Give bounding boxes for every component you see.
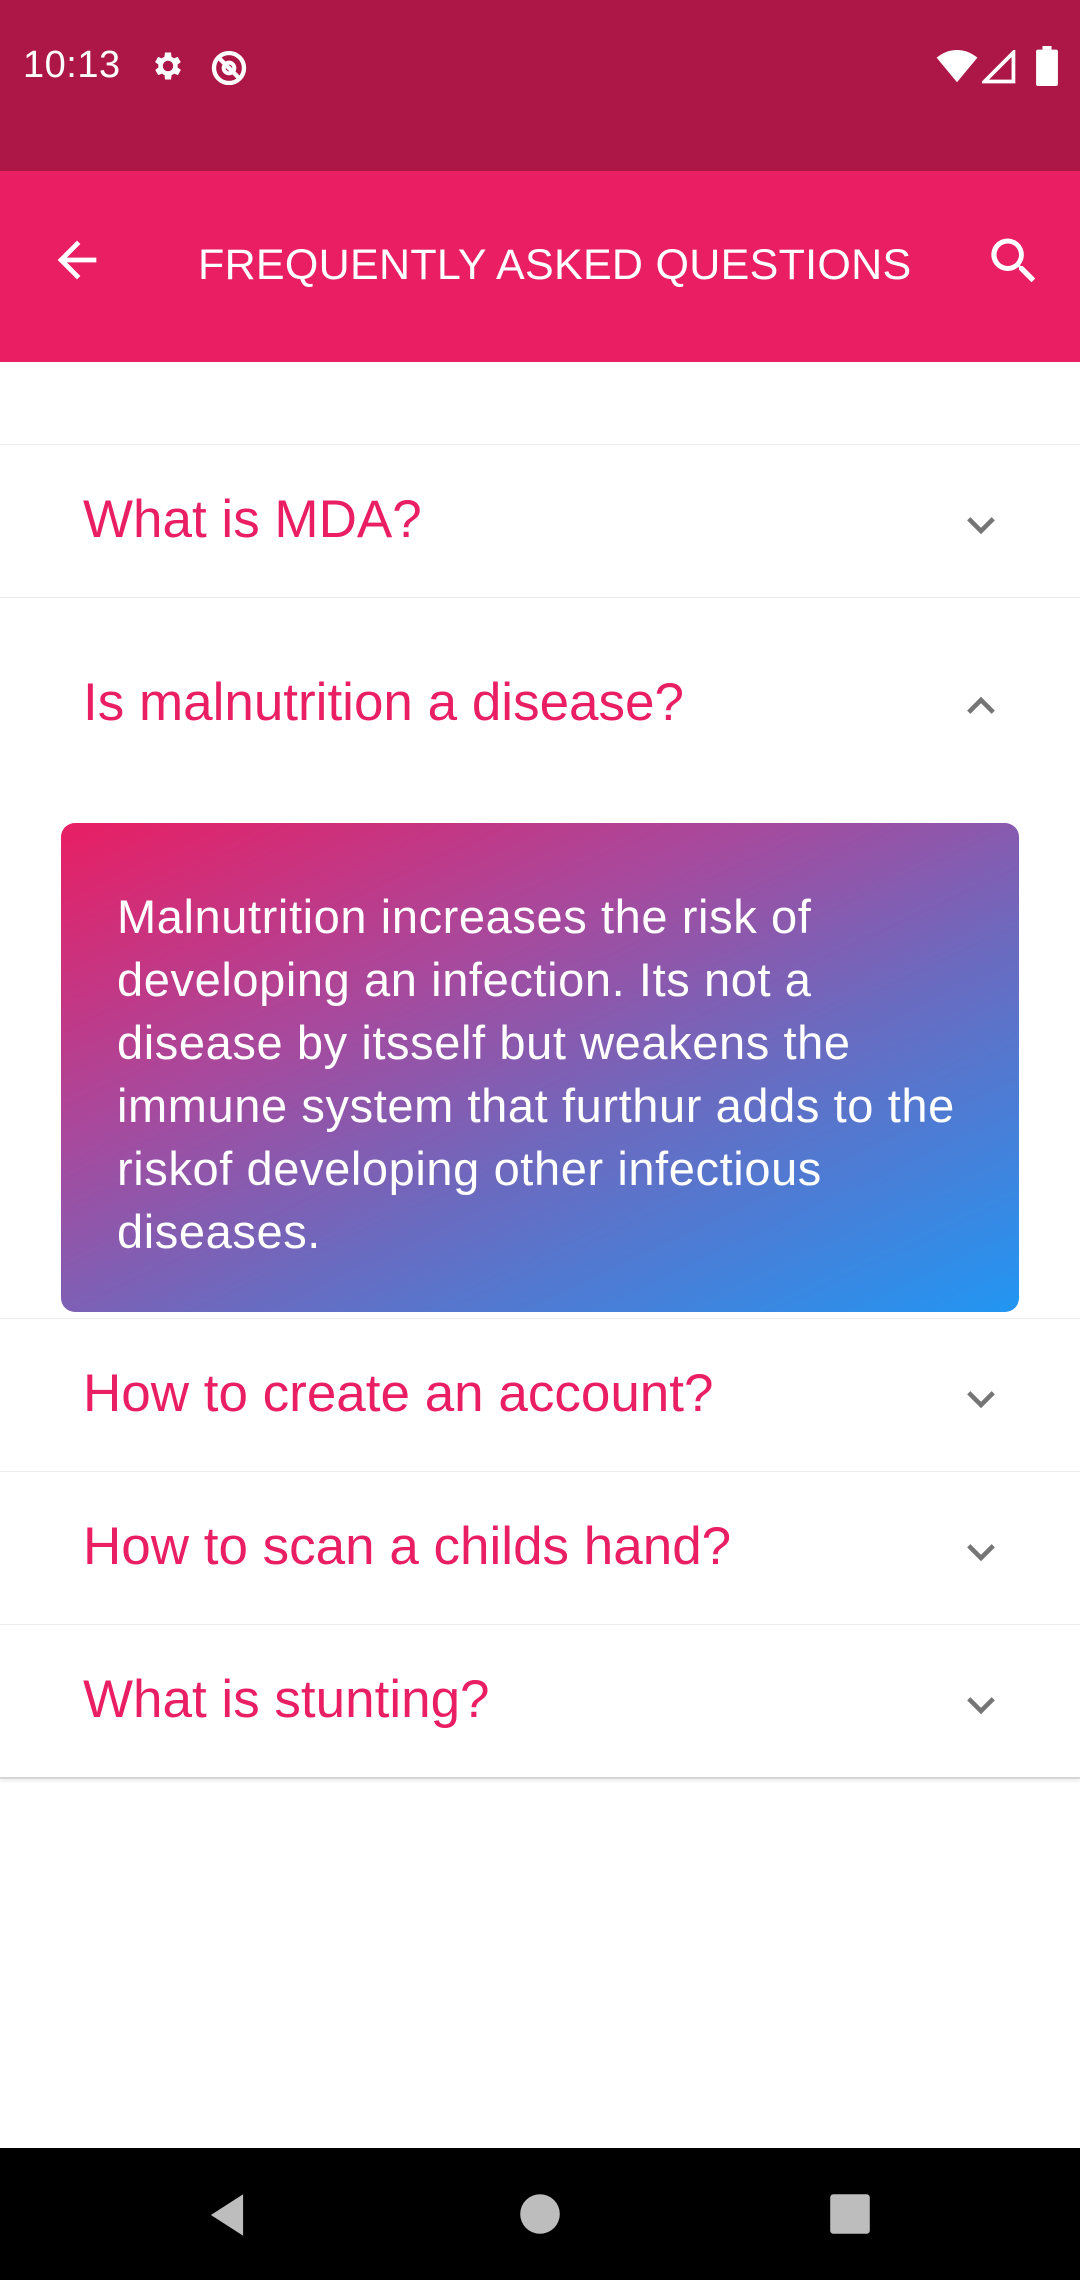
faq-question: Is malnutrition a disease? (83, 673, 684, 732)
faq-item-expanded[interactable]: Is malnutrition a disease? Malnutrition … (0, 597, 1080, 1318)
chevron-down-icon[interactable] (960, 503, 1002, 545)
status-time: 10:13 (23, 44, 121, 86)
status-bar: 10:13 (0, 0, 1080, 171)
chevron-up-icon[interactable] (960, 686, 1002, 728)
signal-icon (980, 48, 1016, 89)
faq-item[interactable]: What is stunting? (0, 1624, 1080, 1777)
app-toolbar: FREQUENTLY ASKED QUESTIONS (0, 171, 1080, 362)
faq-question-row[interactable]: What is MDA? (0, 445, 1080, 597)
faq-answer: Malnutrition increases the risk of devel… (117, 890, 955, 1258)
no-disturb-icon (209, 48, 249, 93)
faq-answer-card: Malnutrition increases the risk of devel… (61, 823, 1019, 1312)
list-divider (0, 1777, 1080, 1779)
faq-question-row[interactable]: Is malnutrition a disease? (0, 598, 1080, 823)
faq-question: How to scan a childs hand? (83, 1517, 732, 1576)
search-icon[interactable] (984, 231, 1044, 291)
wifi-icon (936, 50, 978, 89)
arrow-left-icon[interactable] (48, 231, 106, 289)
faq-question: What is stunting? (83, 1670, 490, 1729)
faq-question-row[interactable]: How to scan a childs hand? (0, 1472, 1080, 1624)
chevron-down-icon[interactable] (960, 1683, 1002, 1725)
home-circle-icon[interactable] (518, 2192, 562, 2241)
faq-item[interactable]: What is MDA? (0, 444, 1080, 597)
faq-list: What is MDA? Is malnutrition a disease? … (0, 444, 1080, 1779)
faq-question: How to create an account? (83, 1364, 714, 1423)
battery-icon (1036, 46, 1058, 91)
page-title: FREQUENTLY ASKED QUESTIONS (198, 241, 912, 289)
faq-question: What is MDA? (83, 490, 422, 549)
gear-icon (150, 48, 186, 89)
recents-square-icon[interactable] (828, 2192, 872, 2241)
chevron-down-icon[interactable] (960, 1377, 1002, 1419)
back-triangle-icon[interactable] (204, 2192, 250, 2243)
faq-question-row[interactable]: How to create an account? (0, 1319, 1080, 1471)
answer-container: Malnutrition increases the risk of devel… (0, 823, 1080, 1318)
chevron-down-icon[interactable] (960, 1530, 1002, 1572)
system-nav-bar (0, 2148, 1080, 2280)
faq-item[interactable]: How to create an account? (0, 1318, 1080, 1471)
faq-question-row[interactable]: What is stunting? (0, 1625, 1080, 1777)
faq-item[interactable]: How to scan a childs hand? (0, 1471, 1080, 1624)
